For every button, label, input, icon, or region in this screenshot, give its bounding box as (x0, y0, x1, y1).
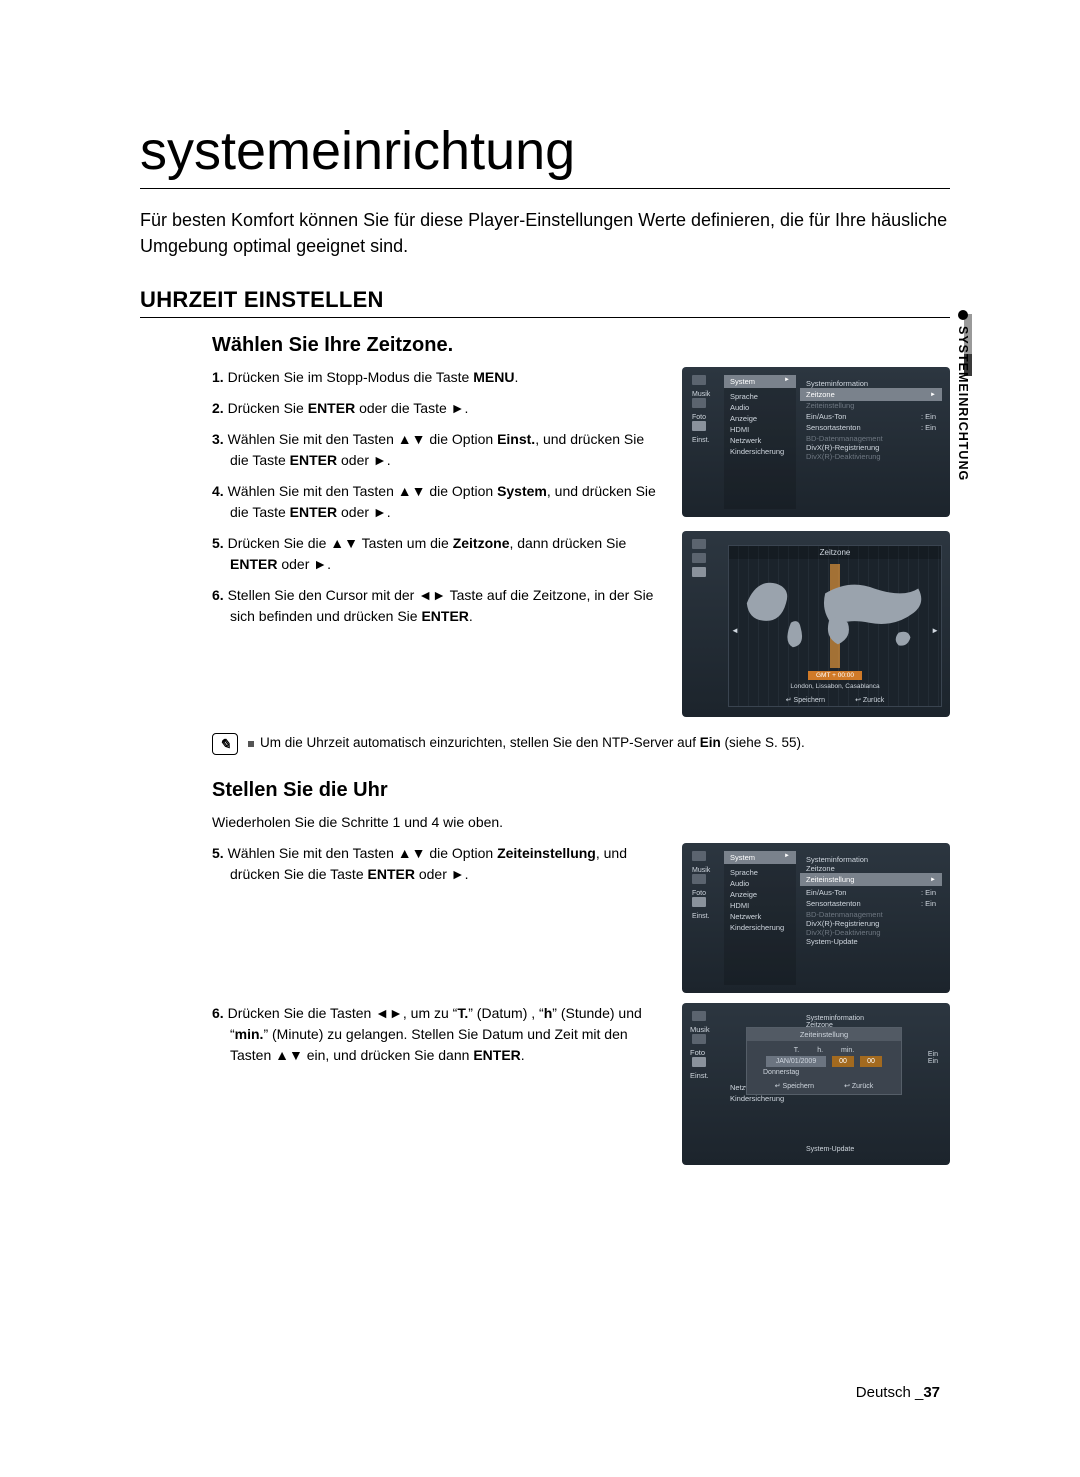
photo-icon (692, 1034, 706, 1044)
settings-icon (692, 897, 706, 907)
page-title: systemeinrichtung (140, 120, 950, 189)
date-field: JAN/01/2009 (766, 1056, 826, 1067)
step-4: 4. Wählen Sie mit den Tasten ▲▼ die Opti… (212, 481, 658, 523)
hour-field: 00 (832, 1056, 854, 1067)
music-icon (692, 1011, 706, 1021)
photo-icon (692, 553, 706, 563)
intro-text: Für besten Komfort können Sie für diese … (140, 207, 950, 259)
row-timezone: 1. Drücken Sie im Stopp-Modus die Taste … (212, 367, 950, 717)
settings-icon (692, 567, 706, 577)
step-5: 5. Drücken Sie die ▲▼ Tasten um die Zeit… (212, 533, 658, 575)
row-clock-2: 6. Drücken Sie die Tasten ◄►, um zu “T.”… (212, 1003, 950, 1165)
city-label: London, Lissabon, Casablanca (790, 683, 879, 690)
music-icon (692, 375, 706, 385)
note-icon: ✎ (212, 733, 238, 755)
page-footer: Deutsch _37 (856, 1384, 940, 1401)
music-icon (692, 539, 706, 549)
step-1: 1. Drücken Sie im Stopp-Modus die Taste … (212, 367, 658, 388)
screenshots-col-2: Musik Foto Einst. System► Sprache Audio … (682, 843, 950, 993)
save-label: ↵ Speichern (786, 696, 825, 704)
note-block: ✎ Um die Uhrzeit automatisch einzurichte… (212, 733, 950, 755)
page-body: systemeinrichtung Für besten Komfort kön… (0, 0, 1080, 1165)
section-heading: UHRZEIT EINSTELLEN (140, 287, 950, 318)
step-3: 3. Wählen Sie mit den Tasten ▲▼ die Opti… (212, 429, 658, 471)
step2-6: 6. Drücken Sie die Tasten ◄►, um zu “T.”… (212, 1003, 658, 1066)
steps-list-2a: 5. Wählen Sie mit den Tasten ▲▼ die Opti… (212, 843, 658, 885)
time-popup: Zeiteinstellung T.h.min. JAN/01/2009 00 … (746, 1027, 902, 1095)
row-clock-1: 5. Wählen Sie mit den Tasten ▲▼ die Opti… (212, 843, 950, 993)
bullet-icon (248, 741, 254, 747)
world-map-icon (737, 564, 933, 652)
osd-screenshot-timeset-popup: Musik Foto Einst. Netzwerk Kindersicheru… (682, 1003, 950, 1165)
subheading-clock: Stellen Sie die Uhr (212, 779, 950, 802)
screenshots-col-3: Musik Foto Einst. Netzwerk Kindersicheru… (682, 1003, 950, 1165)
photo-icon (692, 398, 706, 408)
enter-icon: ↵ (786, 697, 792, 704)
osd-screenshot-zeiteinstellung: Musik Foto Einst. System► Sprache Audio … (682, 843, 950, 993)
music-icon (692, 851, 706, 861)
footer-language: Deutsch (856, 1384, 911, 1401)
steps-list-2b: 6. Drücken Sie die Tasten ◄►, um zu “T.”… (212, 1003, 658, 1066)
repeat-text: Wiederholen Sie die Schritte 1 und 4 wie… (212, 812, 950, 833)
step-2: 2. Drücken Sie ENTER oder die Taste ►. (212, 398, 658, 419)
minute-field: 00 (860, 1056, 882, 1067)
photo-icon (692, 874, 706, 884)
arrow-right-icon: ► (931, 626, 939, 635)
enter-icon: ↵ (775, 1083, 781, 1090)
settings-icon (692, 421, 706, 431)
return-icon: ↩ (844, 1083, 850, 1090)
steps-list-1: 1. Drücken Sie im Stopp-Modus die Taste … (212, 367, 658, 627)
note-text: Um die Uhrzeit automatisch einzurichten,… (248, 733, 805, 753)
step-6: 6. Stellen Sie den Cursor mit der ◄► Tas… (212, 585, 658, 627)
return-icon: ↩ (855, 697, 861, 704)
subheading-timezone: Wählen Sie Ihre Zeitzone. (212, 334, 950, 357)
footer-page-number: 37 (923, 1384, 940, 1401)
screenshots-col-1: Musik Foto Einst. System► Sprache Audio … (682, 367, 950, 717)
step2-5: 5. Wählen Sie mit den Tasten ▲▼ die Opti… (212, 843, 658, 885)
settings-icon (692, 1057, 706, 1067)
arrow-left-icon: ◄ (731, 626, 739, 635)
osd-screenshot-worldmap: Zeitzone ◄ ► GMT + 00:00 London, Lissabo… (682, 531, 950, 717)
osd-screenshot-zeitzone: Musik Foto Einst. System► Sprache Audio … (682, 367, 950, 517)
steps-col: 1. Drücken Sie im Stopp-Modus die Taste … (212, 367, 658, 637)
gmt-label: GMT + 00:00 (808, 671, 862, 680)
back-label: ↩ Zurück (855, 696, 884, 704)
